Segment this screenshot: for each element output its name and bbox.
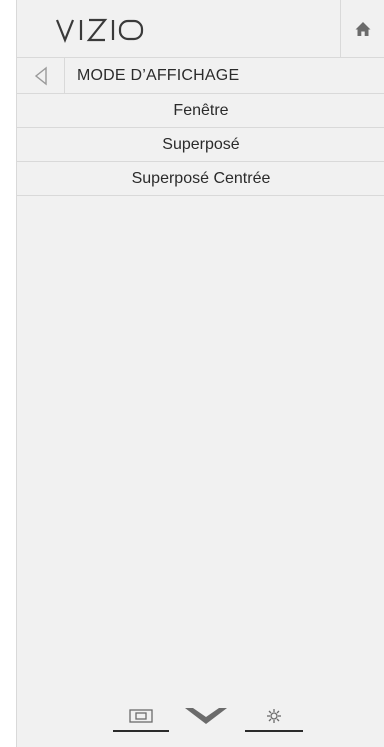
bottom-toolbar bbox=[113, 700, 303, 732]
pip-underline bbox=[113, 730, 169, 732]
settings-button[interactable] bbox=[245, 700, 303, 732]
home-button[interactable] bbox=[340, 0, 384, 57]
pip-button[interactable] bbox=[113, 700, 169, 732]
settings-underline bbox=[245, 730, 303, 732]
menu-item-fenetre[interactable]: Fenêtre bbox=[17, 94, 384, 128]
header bbox=[17, 0, 384, 58]
menu-title: MODE D’AFFICHAGE bbox=[77, 67, 240, 84]
menu-item-superpose[interactable]: Superposé bbox=[17, 128, 384, 162]
back-arrow-icon bbox=[34, 66, 47, 85]
settings-panel: MODE D’AFFICHAGE Fenêtre Superposé Super… bbox=[16, 0, 384, 747]
close-menu-button[interactable] bbox=[181, 700, 231, 732]
back-button[interactable] bbox=[17, 58, 65, 93]
gear-icon bbox=[267, 709, 281, 723]
home-icon bbox=[355, 21, 371, 36]
picture-in-picture-icon bbox=[129, 709, 153, 723]
menu-item-superpose-centree[interactable]: Superposé Centrée bbox=[17, 162, 384, 196]
vizio-logo bbox=[55, 18, 144, 43]
menu-title-row: MODE D’AFFICHAGE bbox=[17, 58, 384, 94]
chevron-down-icon bbox=[185, 708, 227, 724]
